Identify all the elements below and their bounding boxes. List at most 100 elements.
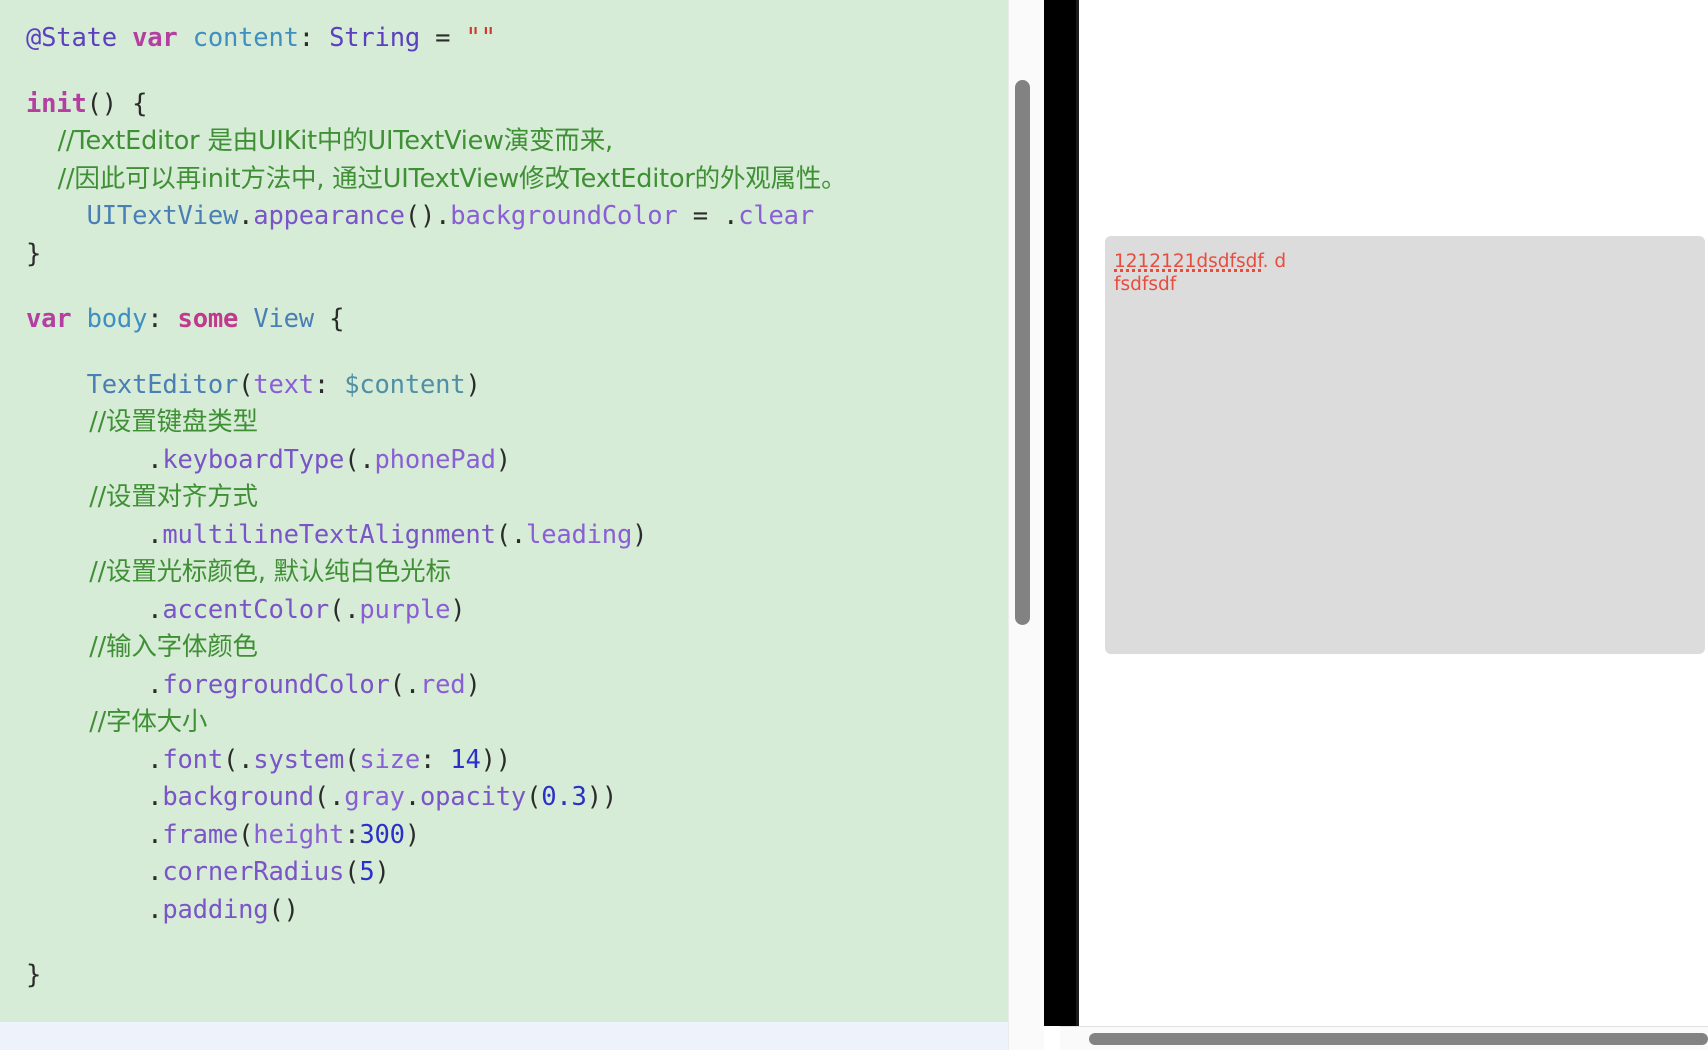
code-token: leading [526,519,633,550]
code-line[interactable]: //因此可以再init方法中, 通过UITextView修改TextEditor… [26,161,1008,199]
code-token: . [26,819,163,850]
code-line[interactable]: //设置光标颜色, 默认纯白色光标 [26,554,1008,592]
texteditor-second-line: fsdfsdf [1114,274,1177,295]
code-token: = [677,201,724,231]
code-token: //设置光标颜色, 默认纯白色光标 [26,557,451,587]
code-line[interactable]: } [26,236,1008,274]
texteditor-preview[interactable]: 1212121dsdfsdf. d fsdfsdf [1105,236,1705,654]
code-token: init [26,88,87,119]
code-lines-container[interactable]: @State var content: String = "" init() {… [26,20,1008,995]
code-line[interactable]: .padding() [26,892,1008,930]
code-line[interactable]: .background(.gray.opacity(0.3)) [26,779,1008,817]
code-token: //字体大小 [26,707,208,737]
code-token: UITextView [86,201,239,231]
code-token: . [26,444,163,475]
editor-bottom-strip [0,1022,1008,1050]
code-token: ( [329,594,345,625]
code-token: text [253,369,314,400]
code-line[interactable]: .foregroundColor(.red) [26,667,1008,705]
code-line[interactable]: @State var content: String = "" [26,20,1008,58]
code-line[interactable]: //TextEditor 是由UIKit中的UITextView演变而来, [26,123,1008,161]
code-token: ( [344,444,360,475]
code-token: font [162,744,223,775]
code-token: TextEditor [86,369,239,400]
code-token: . [344,594,360,625]
code-token: ) [404,819,420,850]
code-token: height [253,819,345,850]
code-token: . [26,894,163,925]
code-token: ( [495,519,511,550]
code-line[interactable]: TextEditor(text: $content) [26,367,1008,405]
code-token: = [420,23,466,53]
code-token: "" [465,23,496,53]
code-line[interactable] [26,929,1008,957]
code-token: accentColor [162,594,330,625]
code-token: ) [450,594,466,625]
code-token: ) [465,369,481,400]
code-line[interactable]: var body: some View { [26,301,1008,339]
code-token: () [268,894,299,925]
code-line[interactable]: .accentColor(.purple) [26,592,1008,630]
code-token: ( [526,782,542,812]
code-token: appearance [253,201,405,231]
code-line[interactable]: .frame(height:300) [26,817,1008,855]
code-line[interactable]: .multilineTextAlignment(.leading) [26,517,1008,555]
code-token: )) [586,782,618,812]
texteditor-trailing-text: . d [1262,251,1287,272]
code-token: $content [344,369,466,400]
code-line[interactable]: init() { [26,86,1008,124]
code-token: ) [465,669,481,700]
swift-code-editor[interactable]: @State var content: String = "" init() {… [0,0,1008,1022]
code-token: backgroundColor [450,201,678,231]
code-token: 300 [359,819,405,850]
code-token: var [26,304,72,334]
code-token: size [359,744,420,775]
code-token: . [26,519,163,550]
code-token: ( [344,744,360,775]
code-line[interactable]: .cornerRadius(5) [26,854,1008,892]
code-token: phonePad [374,444,496,475]
code-token: : [147,304,178,334]
horizontal-scrollbar-thumb[interactable] [1089,1033,1708,1045]
code-line[interactable]: .keyboardType(.phonePad) [26,442,1008,480]
code-line[interactable]: //设置键盘类型 [26,404,1008,442]
code-token: 5 [359,857,375,887]
code-token: purple [359,594,451,625]
code-line[interactable]: //输入字体颜色 [26,629,1008,667]
code-token: . [359,444,375,475]
xcode-window: @State var content: String = "" init() {… [0,0,1708,1050]
code-token: : [298,23,330,53]
code-token: clear [738,201,814,231]
code-line[interactable]: .font(.system(size: 14)) [26,742,1008,780]
code-token: gray [344,782,405,812]
vertical-scrollbar-thumb[interactable] [1015,80,1030,625]
code-line[interactable]: //设置对齐方式 [26,479,1008,517]
code-token: . [723,201,739,231]
code-token: //TextEditor 是由UIKit中的UITextView演变而来, [26,126,614,156]
code-token: . [510,519,527,550]
code-token: some [177,304,239,334]
code-line[interactable]: } [26,957,1008,995]
code-token: keyboardType [162,444,345,475]
swiftui-preview-canvas[interactable]: 1212121dsdfsdf. d fsdfsdf [1079,0,1708,1026]
code-token: : [313,369,345,400]
code-line[interactable] [26,58,1008,86]
texteditor-preview-text[interactable]: 1212121dsdfsdf. d fsdfsdf [1114,250,1674,296]
code-token: ( [344,857,360,887]
code-token: String [329,23,421,53]
code-token: . [26,744,163,775]
code-token: : [344,819,360,850]
code-token: . [238,201,254,231]
code-token: () { [86,88,148,119]
code-token: content [192,23,299,53]
code-line[interactable] [26,273,1008,301]
code-line[interactable]: //字体大小 [26,704,1008,742]
code-token: { [313,304,345,334]
code-line[interactable] [26,339,1008,367]
code-line[interactable]: UITextView.appearance().backgroundColor … [26,198,1008,236]
